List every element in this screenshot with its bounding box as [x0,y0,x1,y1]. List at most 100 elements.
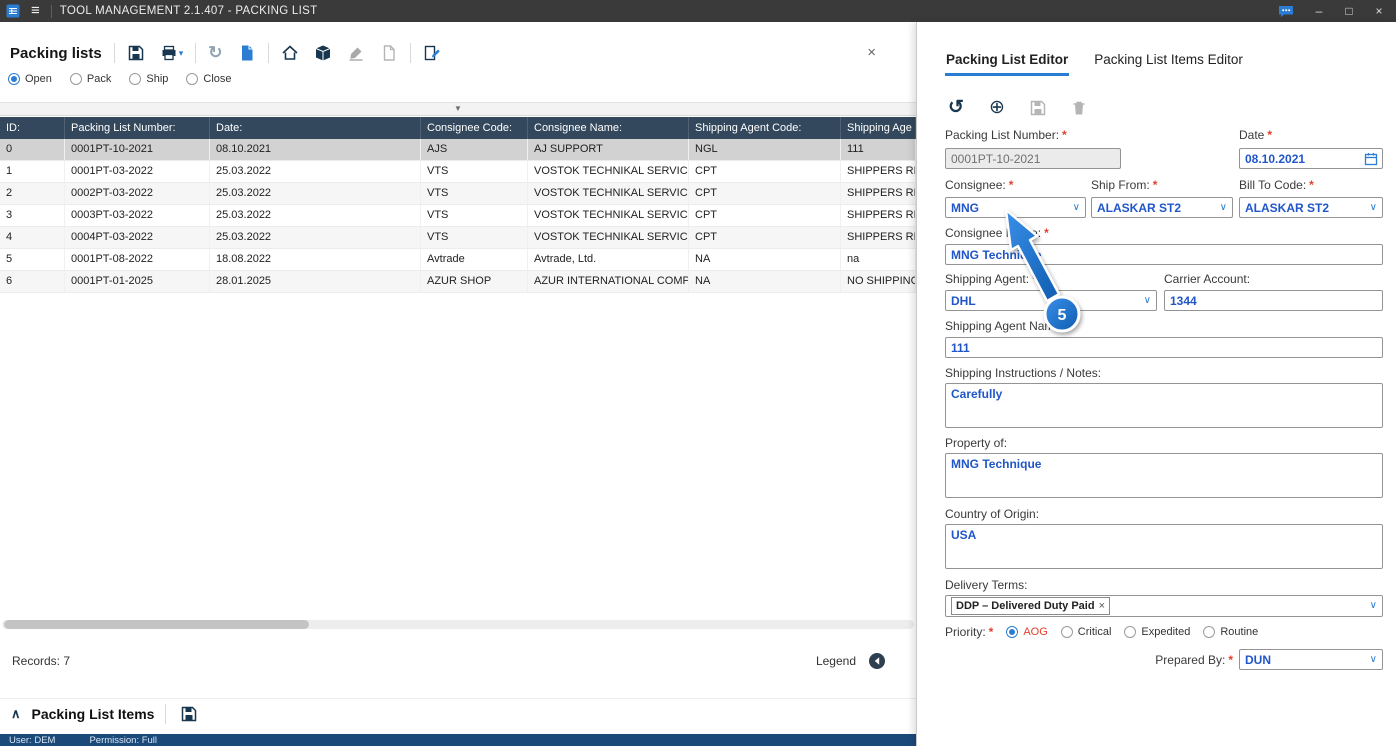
consignee-value: MNG [951,200,979,215]
bill-to-code-select[interactable]: ALASKAR ST2 ∨ [1239,197,1383,218]
panel-splitter[interactable]: ▼ [0,102,916,116]
refresh-icon: ↻ [208,43,223,62]
legend-button[interactable] [868,652,886,670]
home-button[interactable] [278,42,302,64]
table-cell: AZUR INTERNATIONAL COMP... [528,271,689,292]
undo-button[interactable]: ↺ [943,96,969,120]
shipping-instructions-textarea[interactable]: Carefully [945,383,1383,428]
save-icon [1030,100,1046,116]
close-button[interactable]: × [1368,1,1390,21]
table-cell: VTS [421,183,528,204]
table-cell: 111 [841,139,916,160]
menu-icon[interactable]: ≡ [28,1,43,21]
table-row[interactable]: 1 0001PT-03-2022 25.03.2022 VTS VOSTOK TECHN… [0,161,916,183]
save-button[interactable] [124,42,148,64]
restore-button[interactable]: □ [1338,1,1360,21]
packing-list-number-input[interactable] [945,148,1121,169]
delete-button[interactable] [1066,96,1092,120]
collapse-icon[interactable]: ∧ [11,706,21,722]
horizontal-scrollbar[interactable] [2,620,914,629]
grid-column-header[interactable]: ID: [0,117,65,139]
required-marker: * [1062,128,1067,142]
tab-packing-list-editor[interactable]: Packing List Editor [945,48,1070,76]
consignee-select[interactable]: MNG ∨ [945,197,1086,218]
filter-radio-open[interactable]: Open [8,73,52,85]
package-icon [315,45,330,61]
filter-radio-close[interactable]: Close [186,73,232,85]
radio-icon [1203,626,1216,638]
new-document-button[interactable] [235,42,259,64]
property-of-label: Property of: [945,436,1008,450]
table-cell: 5 [0,249,65,270]
prepared-by-select[interactable]: DUN ∨ [1239,649,1383,670]
ship-from-label: Ship From: * [1091,178,1158,192]
table-cell: 3 [0,205,65,226]
consignee-name-input[interactable] [945,244,1383,265]
shipping-agent-select[interactable]: DHL ∨ [945,290,1157,311]
items-save-button[interactable] [177,703,201,725]
radio-icon [69,73,82,85]
priority-radio-aog[interactable]: AOG [1006,626,1048,638]
priority-radio-critical[interactable]: Critical [1060,626,1111,638]
minimize-button[interactable]: – [1308,1,1330,21]
grid-column-header[interactable]: Shipping Agent Code: [689,117,841,139]
radio-icon [186,73,199,85]
table-row[interactable]: 5 0001PT-08-2022 18.08.2022 Avtrade Avtrade,… [0,249,916,271]
date-input[interactable]: 08.10.2021 [1239,148,1383,169]
items-section-title: Packing List Items [31,705,155,722]
filter-radio-ship[interactable]: Ship [129,73,168,85]
refresh-button[interactable]: ↻ [205,42,225,64]
shipping-agent-name-input[interactable] [945,337,1383,358]
table-cell: 0001PT-08-2022 [65,249,210,270]
remove-tag-icon[interactable]: × [1099,600,1105,612]
tab-packing-list-items-editor[interactable]: Packing List Items Editor [1093,48,1244,76]
grid-column-header[interactable]: Consignee Code: [421,117,528,139]
delivery-terms-select[interactable]: DDP – Delivered Duty Paid × ∨ [945,595,1383,617]
edit-button[interactable] [420,42,444,64]
signature-button[interactable] [344,42,368,64]
carrier-account-input[interactable] [1164,290,1383,311]
table-row[interactable]: 4 0004PT-03-2022 25.03.2022 VTS VOSTOK TECHN… [0,227,916,249]
feedback-icon[interactable] [1278,5,1294,18]
table-row[interactable]: 0 0001PT-10-2021 08.10.2021 AJS AJ SUPPORT NG… [0,139,916,161]
priority-group: Priority: * AOG Critical Expedited Routin… [945,625,1258,639]
table-row[interactable]: 6 0001PT-01-2025 28.01.2025 AZUR SHOP AZUR I… [0,271,916,293]
table-cell: CPT [689,227,841,248]
editor-tabs: Packing List Editor Packing List Items E… [945,48,1244,76]
radio-icon [8,73,20,85]
print-button[interactable]: ▾ [157,42,187,64]
grid-column-header[interactable]: Packing List Number: [65,117,210,139]
calendar-icon [1364,152,1378,166]
radio-icon [129,73,142,85]
shipping-agent-label: Shipping Agent: * [945,272,1037,286]
scrollbar-thumb[interactable] [4,620,309,629]
priority-radio-routine[interactable]: Routine [1203,626,1258,638]
panel-close-button[interactable]: × [861,44,882,62]
table-cell: 25.03.2022 [210,161,421,182]
grid-header-row: ID: Packing List Number: Date: Consignee Co… [0,117,916,139]
grid-column-header[interactable]: Date: [210,117,421,139]
priority-radio-expedited[interactable]: Expedited [1124,626,1190,638]
table-cell: AJS [421,139,528,160]
table-row[interactable]: 2 0002PT-03-2022 25.03.2022 VTS VOSTOK TECHN… [0,183,916,205]
grid-column-header[interactable]: Shipping Age [841,117,916,139]
ship-from-select[interactable]: ALASKAR ST2 ∨ [1091,197,1233,218]
table-cell: 4 [0,227,65,248]
table-cell: 0003PT-03-2022 [65,205,210,226]
shipping-agent-value: DHL [951,293,976,308]
priority-label: Priority: * [945,625,994,639]
table-row[interactable]: 3 0003PT-03-2022 25.03.2022 VTS VOSTOK TECHN… [0,205,916,227]
property-of-textarea[interactable]: MNG Technique [945,453,1383,498]
document-button[interactable] [377,42,401,64]
filter-radio-pack[interactable]: Pack [69,73,111,85]
add-button[interactable]: ⊕ [984,96,1010,120]
package-button[interactable] [311,42,335,64]
country-of-origin-textarea[interactable]: USA [945,524,1383,569]
print-dropdown-caret-icon[interactable]: ▾ [179,48,184,59]
table-cell: AJ SUPPORT [528,139,689,160]
table-cell: CPT [689,161,841,182]
grid-column-header[interactable]: Consignee Name: [528,117,689,139]
chevron-down-icon: ∨ [1072,201,1080,213]
country-of-origin-label: Country of Origin: [945,507,1040,521]
editor-save-button[interactable] [1025,96,1051,120]
